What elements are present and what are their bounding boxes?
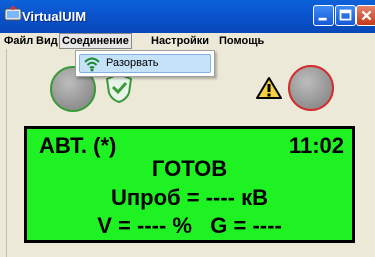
right-status-lamp: [288, 65, 334, 111]
wifi-icon: [84, 57, 100, 72]
title-bar[interactable]: VirtualUIM: [0, 0, 375, 33]
close-icon: [361, 10, 372, 21]
app-icon: [4, 6, 22, 21]
status-display: АВТ. (*) 11:02 ГОТОВ Uпроб = ---- кВ V =…: [24, 126, 355, 243]
menu-help[interactable]: Помощь: [217, 34, 266, 48]
menu-file[interactable]: Файл: [2, 34, 35, 48]
menu-bar: Файл Вид Соединение Настройки Помощь: [0, 33, 375, 49]
menu-view[interactable]: Вид: [34, 34, 60, 48]
minimize-button[interactable]: [313, 5, 334, 26]
connection-dropdown: Разорвать: [75, 50, 215, 77]
menu-connection[interactable]: Соединение: [59, 33, 132, 49]
warning-icon: [256, 77, 282, 99]
maximize-button[interactable]: [335, 5, 356, 26]
status-text: ГОТОВ: [151, 156, 228, 181]
v-g-readout: V = ---- % G = ----: [97, 213, 282, 238]
close-button[interactable]: [356, 5, 375, 26]
minimize-icon: [318, 17, 327, 21]
left-edge: [0, 49, 7, 257]
voltage-readout: Uпроб = ---- кВ: [110, 185, 269, 210]
window-title: VirtualUIM: [22, 9, 87, 24]
menu-settings[interactable]: Настройки: [149, 34, 211, 48]
maximize-icon: [339, 9, 352, 21]
menu-item-disconnect-label: Разорвать: [106, 57, 159, 69]
